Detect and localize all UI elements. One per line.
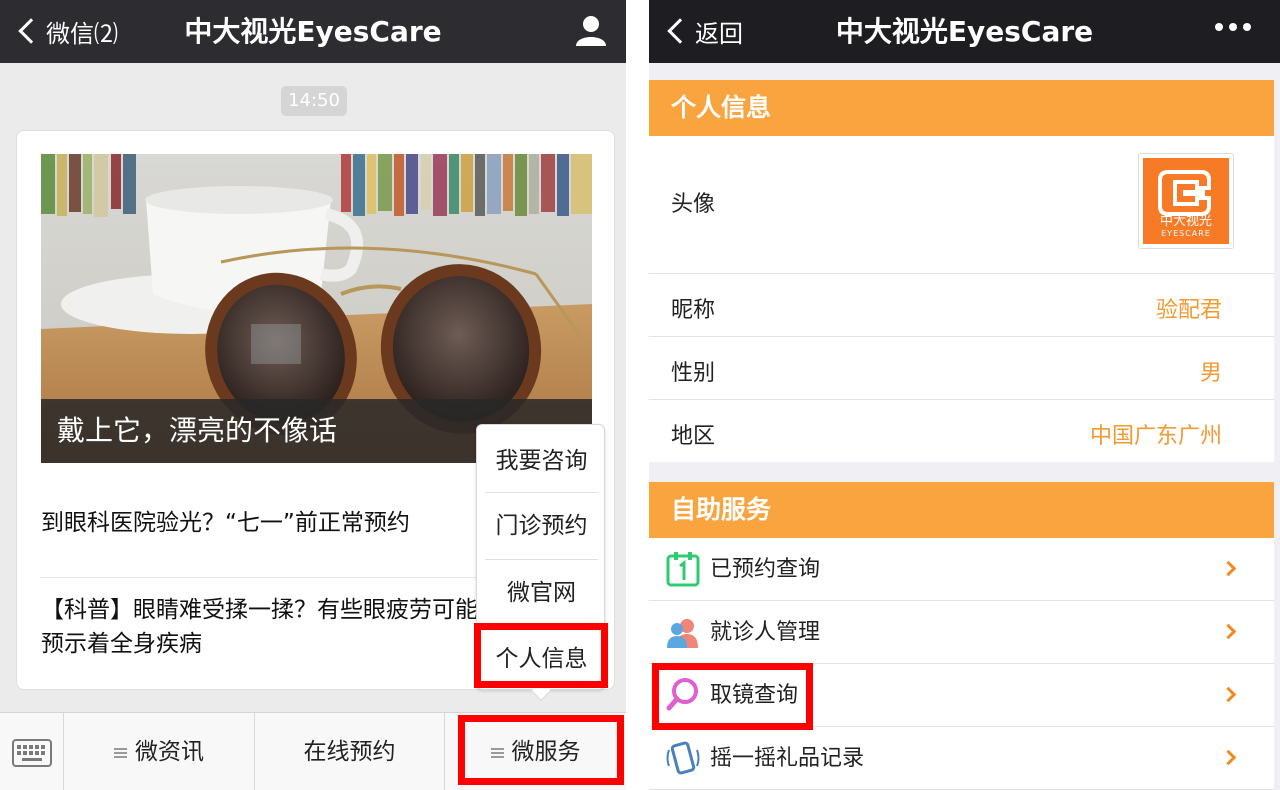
tab-label: 在线预约 — [303, 739, 396, 765]
message-timestamp: 14:50 — [281, 86, 347, 116]
avatar-row[interactable]: 头像 中大视光 EYESCARE — [649, 136, 1274, 274]
gender-row[interactable]: 性别 男 — [649, 337, 1274, 400]
wechat-chat-screen: 微信⑵ 中大视光EyesCare 14:50 戴上它，漂亮的不像话 到眼科医院验… — [0, 0, 626, 790]
keyboard-toggle-button[interactable] — [0, 713, 64, 790]
profile-icon[interactable] — [574, 14, 608, 48]
nickname-row[interactable]: 昵称 验配君 — [649, 274, 1274, 337]
patients-icon — [667, 619, 698, 648]
calendar-icon — [666, 552, 700, 587]
gender-value: 男 — [1199, 361, 1222, 386]
logo-text-en: EYESCARE — [1161, 229, 1211, 238]
personal-info-screen: 返回 中大视光EyesCare 个人信息 头像 中大视光 EYESCARE 昵称… — [649, 0, 1280, 790]
row-label: 性别 — [671, 361, 716, 386]
tab-label: 微资讯 — [135, 739, 204, 765]
tab-online-booking[interactable]: 在线预约 — [255, 713, 445, 790]
eyescare-logo: 中大视光 EYESCARE — [1143, 158, 1229, 244]
section-header-personal: 个人信息 — [649, 80, 1274, 136]
menu-item-appointment[interactable]: 门诊预约 — [485, 493, 598, 559]
top-nav-bar: 返回 中大视光EyesCare — [649, 0, 1280, 63]
service-label: 已预约查询 — [710, 557, 821, 582]
service-label: 摇一摇礼品记录 — [710, 746, 865, 771]
page-title: 中大视光EyesCare — [835, 15, 1094, 48]
shake-phone-icon — [666, 741, 700, 775]
personal-info-list: 头像 中大视光 EYESCARE 昵称 验配君 性别 男 地区 中国广东广州 — [649, 136, 1274, 462]
avatar[interactable]: 中大视光 EYESCARE — [1138, 153, 1234, 249]
article-link[interactable]: 到眼科医院验光？“七一”前正常预约 — [41, 506, 481, 540]
row-label: 地区 — [671, 424, 716, 449]
highlight-glasses-pickup — [652, 663, 813, 730]
chevron-right-icon — [1220, 623, 1237, 640]
divider — [41, 577, 491, 578]
section-header-services: 自助服务 — [649, 482, 1274, 538]
chevron-right-icon — [1220, 560, 1237, 577]
keyboard-icon — [12, 739, 52, 767]
logo-text-cn: 中大视光 — [1159, 214, 1212, 229]
hero-image[interactable]: 戴上它，漂亮的不像话 — [41, 154, 592, 463]
row-label: 昵称 — [671, 298, 716, 323]
top-nav-bar: 微信⑵ 中大视光EyesCare — [0, 0, 626, 63]
menu-item-website[interactable]: 微官网 — [485, 560, 598, 626]
service-shake-gift-records[interactable]: 摇一摇礼品记录 — [649, 727, 1274, 790]
more-icon[interactable] — [1214, 22, 1252, 32]
chevron-right-icon — [1220, 686, 1237, 703]
tab-news[interactable]: 微资讯 — [64, 713, 255, 790]
service-appointment-query[interactable]: 已预约查询 — [649, 538, 1274, 601]
row-label: 头像 — [671, 192, 716, 217]
highlight-services-tab — [458, 715, 624, 785]
nickname-value: 验配君 — [1155, 298, 1222, 323]
highlight-personal-info — [474, 623, 608, 688]
menu-icon — [114, 747, 127, 758]
article-link[interactable]: 【科普】眼睛难受揉一揉？有些眼疲劳可能预示着全身疾病 — [41, 593, 481, 661]
page-title: 中大视光EyesCare — [184, 15, 442, 48]
service-patient-management[interactable]: 就诊人管理 — [649, 601, 1274, 664]
region-row[interactable]: 地区 中国广东广州 — [649, 400, 1274, 462]
menu-item-consult[interactable]: 我要咨询 — [485, 428, 598, 494]
chevron-right-icon — [1220, 749, 1237, 766]
service-label: 就诊人管理 — [710, 620, 821, 645]
region-value: 中国广东广州 — [1089, 424, 1222, 449]
